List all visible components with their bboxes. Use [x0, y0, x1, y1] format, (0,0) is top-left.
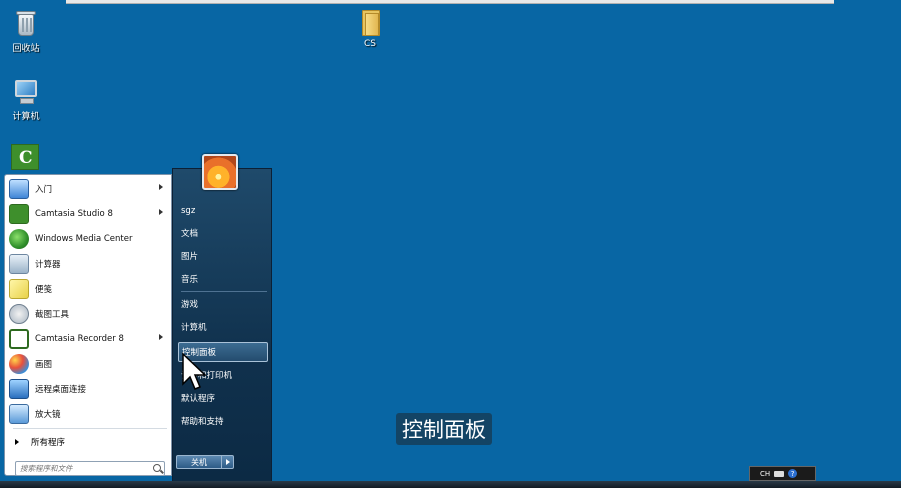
getting-started-icon [9, 178, 29, 199]
program-magnifier[interactable]: 放大镜 [5, 401, 171, 426]
shutdown-options-button[interactable] [222, 455, 234, 469]
all-programs-label: 所有程序 [31, 438, 66, 448]
right-item-label: 音乐 [181, 275, 199, 285]
language-indicator: CH [760, 469, 771, 478]
program-getting-started[interactable]: 入门 [5, 176, 171, 201]
keyboard-icon[interactable] [774, 470, 785, 477]
right-item-label: 游戏 [181, 300, 199, 310]
program-label: 放大镜 [35, 409, 61, 420]
desktop-icon-label: 回收站 [12, 44, 40, 54]
paint-icon [9, 353, 29, 374]
start-menu-right-pane: sgz 文档 图片 音乐 游戏 计算机 控制面板 设备和打印机 默认程序 帮助和… [172, 168, 272, 482]
right-item-label: 帮助和支持 [181, 417, 224, 427]
program-label: 入门 [35, 184, 53, 195]
program-sticky-notes[interactable]: 便笺 [5, 276, 171, 301]
calculator-icon [9, 253, 29, 274]
program-calculator[interactable]: 计算器 [5, 251, 171, 276]
shutdown-button[interactable]: 关机 [176, 455, 222, 469]
program-label: Camtasia Recorder 8 [35, 333, 124, 344]
triangle-right-icon [15, 439, 19, 445]
right-item-user[interactable]: sgz [181, 201, 267, 221]
taskbar [0, 481, 901, 488]
right-item-label: 图片 [181, 252, 199, 262]
desktop-icon-label: 计算机 [12, 112, 40, 122]
chevron-right-icon [159, 209, 163, 215]
divider [181, 291, 267, 292]
caption-overlay: 控制面板 [396, 413, 492, 445]
desktop-icon-label: CS [364, 39, 376, 49]
program-camtasia-recorder[interactable]: Camtasia Recorder 8 [5, 326, 171, 351]
snipping-tool-icon [9, 303, 29, 324]
sticky-notes-icon [9, 278, 29, 299]
right-item-games[interactable]: 游戏 [181, 294, 267, 314]
search-icon[interactable] [153, 464, 161, 472]
program-snipping-tool[interactable]: 截图工具 [5, 301, 171, 326]
chevron-right-icon [159, 334, 163, 340]
desktop-icon-computer[interactable]: 计算机 [0, 78, 52, 122]
magnifier-icon [9, 403, 29, 424]
all-programs-item[interactable]: 所有程序 [5, 431, 171, 453]
shutdown-control: 关机 [176, 455, 236, 469]
right-item-label: 文档 [181, 229, 199, 239]
remote-desktop-icon [9, 378, 29, 399]
program-paint[interactable]: 画图 [5, 351, 171, 376]
computer-icon [12, 78, 40, 106]
divider [13, 428, 167, 429]
right-item-help-support[interactable]: 帮助和支持 [181, 411, 267, 431]
right-item-pictures[interactable]: 图片 [181, 246, 267, 266]
right-item-label: 计算机 [181, 323, 207, 333]
program-label: 便笺 [35, 284, 53, 295]
program-remote-desktop[interactable]: 远程桌面连接 [5, 376, 171, 401]
right-item-computer[interactable]: 计算机 [181, 317, 267, 337]
program-label: 截图工具 [35, 309, 70, 320]
search-input[interactable] [20, 463, 148, 474]
mouse-cursor-icon [182, 352, 207, 390]
right-item-music[interactable]: 音乐 [181, 269, 267, 289]
program-label: 远程桌面连接 [35, 384, 87, 395]
program-media-center[interactable]: Windows Media Center [5, 226, 171, 251]
program-label: Windows Media Center [35, 233, 133, 244]
program-camtasia-studio[interactable]: Camtasia Studio 8 [5, 201, 171, 226]
desktop-icon-recycle-bin[interactable]: 回收站 [0, 10, 52, 54]
language-bar[interactable]: CH ? [749, 466, 816, 481]
program-label: Camtasia Studio 8 [35, 208, 113, 219]
camtasia-studio-icon [9, 203, 29, 224]
window-edge [66, 0, 834, 4]
program-label: 计算器 [35, 259, 61, 270]
media-center-icon [9, 228, 29, 249]
user-picture[interactable] [202, 154, 238, 190]
program-label: 画图 [35, 359, 53, 370]
start-menu: sgz 文档 图片 音乐 游戏 计算机 控制面板 设备和打印机 默认程序 帮助和… [0, 168, 272, 482]
right-item-documents[interactable]: 文档 [181, 223, 267, 243]
help-icon[interactable]: ? [788, 469, 798, 478]
start-menu-programs-pane: 入门 Camtasia Studio 8 Windows Media Cente… [4, 174, 172, 476]
chevron-right-icon [159, 184, 163, 190]
camtasia-recorder-icon [9, 328, 29, 349]
start-search-box[interactable] [15, 461, 165, 476]
desktop-icon-cs-folder[interactable]: CS [344, 8, 396, 49]
recycle-bin-icon [12, 10, 40, 38]
folder-icon [356, 8, 384, 36]
right-item-label: 默认程序 [181, 394, 216, 404]
right-item-label: sgz [181, 206, 196, 216]
